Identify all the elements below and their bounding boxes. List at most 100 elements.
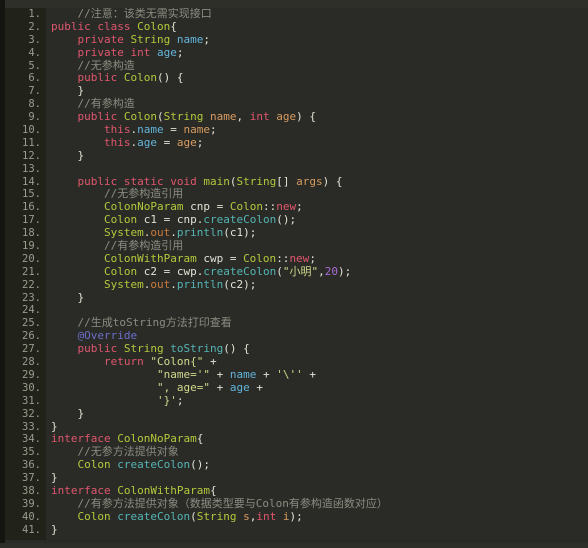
code-line[interactable]: public Colon() { [51, 72, 588, 85]
code-token-punc: () { [223, 342, 250, 356]
line-number: 24. [22, 304, 41, 317]
code-token-par: age [176, 135, 197, 149]
code-token-punc: cnp = [183, 200, 230, 214]
code-token-punc: ; [176, 393, 184, 407]
code-token-punc: ) { [296, 110, 316, 124]
code-token-punc: ; [296, 200, 303, 214]
code-line[interactable]: '}'; [51, 393, 588, 408]
code-token-punc: ; [203, 32, 210, 46]
code-line[interactable]: this.age = age; [51, 135, 588, 150]
code-line[interactable]: } [51, 148, 588, 163]
line-number: 6. [28, 72, 41, 85]
code-line[interactable]: System.out.println(c2); [51, 277, 588, 292]
code-token-def [51, 123, 104, 136]
code-token-def [51, 368, 157, 381]
code-token-punc: (c1); [223, 226, 257, 240]
line-number: 41. [22, 523, 41, 536]
code-content-area[interactable]: //注意：该类无需实现接口 public class Colon{ private… [46, 8, 588, 543]
code-token-cls: main [203, 174, 230, 188]
code-line[interactable]: Colon createColon(String s,int i); [51, 509, 588, 524]
code-token-cmt: //注意：该类无需实现接口 [77, 8, 212, 20]
editor-bottom-band [0, 543, 588, 548]
code-token-punc: (c2); [223, 277, 257, 291]
code-token-def [51, 200, 104, 213]
code-token-fld: age [229, 380, 250, 394]
line-number: 12. [22, 149, 41, 162]
code-token-str: ", age=" [156, 380, 210, 394]
code-token-punc: (); [190, 458, 210, 472]
code-token-punc: . [170, 277, 177, 291]
code-token-kw: public [77, 71, 124, 85]
code-token-punc: [] [276, 174, 297, 188]
code-token-kw: this [103, 123, 131, 137]
code-token-def [203, 110, 210, 123]
code-token-cmt: //有参方法提供对象（数据类型要与Colon有参构造函数对应） [77, 496, 388, 510]
code-token-punc: { [170, 19, 177, 33]
code-line[interactable]: } [51, 522, 588, 537]
code-token-cls: ColonWithParam [103, 251, 197, 265]
code-token-punc: ; [209, 123, 217, 137]
code-token-kw: interface [51, 432, 118, 446]
code-token-def [51, 33, 78, 46]
line-number: 7. [28, 85, 41, 98]
line-number: 31. [22, 394, 41, 407]
code-token-str: "name='" [156, 367, 210, 381]
code-token-kw: int [256, 509, 277, 523]
line-number: 29. [22, 368, 41, 381]
code-token-punc: = [156, 135, 177, 149]
code-token-punc: :: [276, 251, 290, 265]
code-token-kw: public static void [77, 174, 204, 188]
code-token-stat: out [150, 277, 171, 291]
code-token-punc: ( [156, 110, 164, 124]
code-token-kw: private [77, 32, 131, 46]
code-token-mth: createColon [203, 213, 277, 227]
code-token-punc: ; [176, 45, 184, 59]
code-token-punc: } [51, 522, 58, 536]
code-token-punc: :: [262, 200, 277, 214]
code-token-def [51, 445, 78, 458]
line-number: 22. [22, 278, 41, 291]
code-token-par: age [276, 110, 297, 124]
code-token-cls: Colon [243, 251, 277, 265]
code-token-cls: Colon [229, 200, 263, 214]
code-token-kw: int [130, 45, 151, 59]
code-token-punc: } [51, 84, 85, 98]
line-number: 3. [28, 33, 41, 46]
code-token-def [51, 252, 104, 265]
code-token-def [51, 175, 78, 188]
line-number: 40. [22, 510, 41, 523]
line-number: 13. [22, 162, 41, 175]
code-token-punc: } [51, 419, 58, 433]
line-number: 21. [22, 265, 41, 278]
code-token-def [51, 342, 78, 355]
code-token-cmt: //无参构造 [77, 58, 135, 72]
code-line[interactable]: } [51, 407, 588, 421]
code-token-punc: , [318, 264, 325, 278]
line-number: 33. [22, 420, 41, 433]
code-token-punc: () { [156, 71, 184, 85]
code-token-kw: interface [51, 483, 118, 497]
code-editor[interactable]: 1. 2. 3. 4. 5. 6. 7. 8. 9. 10. 11. 12. 13. 14. 15. 16. 1… [0, 0, 588, 548]
code-token-punc: cwp = [196, 251, 244, 265]
line-number: 19. [22, 240, 41, 253]
line-number: 14. [22, 175, 41, 188]
code-line[interactable]: Colon createColon(); [51, 458, 588, 472]
line-number-gutter[interactable]: 1. 2. 3. 4. 5. 6. 7. 8. 9. 10. 11. 12. 13. 14. 15. 16. 1… [5, 8, 46, 540]
editor-top-band [0, 0, 588, 8]
code-token-par: name [183, 123, 210, 137]
code-token-num: 20 [324, 264, 338, 278]
code-token-def [51, 8, 78, 20]
code-token-fld: name [229, 367, 257, 381]
code-token-punc: ) { [322, 174, 343, 188]
code-token-punc: } [51, 148, 85, 162]
code-token-cls: Colon [77, 509, 111, 523]
code-token-fld: age [156, 45, 177, 59]
code-token-punc: (); [276, 213, 297, 227]
line-number: 35. [22, 446, 41, 459]
code-lines[interactable]: //注意：该类无需实现接口 public class Colon{ private… [46, 8, 588, 537]
code-line[interactable]: } [51, 291, 588, 305]
line-number: 17. [22, 214, 41, 227]
code-token-def [51, 265, 104, 278]
code-token-cls: String [236, 174, 277, 188]
code-token-cls: String [163, 110, 204, 124]
